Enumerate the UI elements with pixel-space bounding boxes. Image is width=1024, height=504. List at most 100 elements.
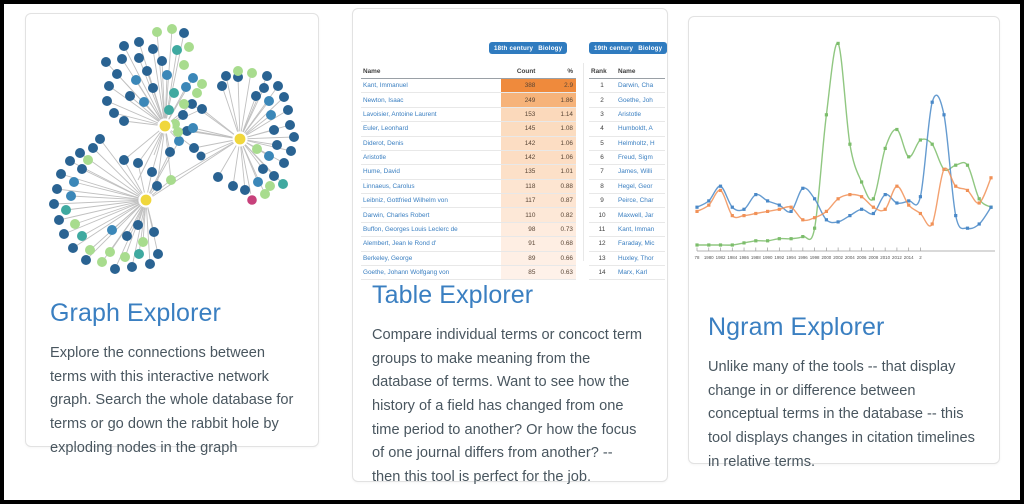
data-point-blue[interactable] xyxy=(954,214,958,218)
column-header-pct[interactable]: % xyxy=(538,65,576,79)
table-row[interactable]: 6 Freud, Sigm xyxy=(589,150,665,166)
table-row[interactable]: 1 Darwin, Cha xyxy=(589,78,665,94)
cell-name[interactable]: Kant, Immanuel xyxy=(361,78,501,94)
data-point-orange[interactable] xyxy=(789,205,793,209)
data-point-blue[interactable] xyxy=(860,207,864,211)
data-point-green[interactable] xyxy=(718,243,723,247)
table-row[interactable]: Goethe, Johann Wolfgang von 85 0.63 xyxy=(361,265,576,281)
data-point-orange[interactable] xyxy=(860,195,864,199)
data-point-green[interactable] xyxy=(707,243,711,247)
cell-name[interactable]: Maxwell, Jar xyxy=(616,207,665,223)
data-point-orange[interactable] xyxy=(707,203,711,207)
table-row[interactable]: 12 Faraday, Mic xyxy=(589,236,665,252)
cell-name[interactable]: Euler, Leonhard xyxy=(361,121,501,137)
cell-name[interactable]: Hume, David xyxy=(361,164,501,180)
cell-name[interactable]: Alembert, Jean le Rond d' xyxy=(361,236,501,252)
column-header-count[interactable]: Count xyxy=(500,65,539,79)
cell-name[interactable]: Leibniz, Gottfried Wilhelm von xyxy=(361,193,501,209)
data-point-green[interactable] xyxy=(777,237,781,241)
data-point-blue[interactable] xyxy=(754,193,758,197)
data-point-orange[interactable] xyxy=(754,211,758,216)
table-row[interactable]: Aristotle 142 1.06 xyxy=(361,150,576,166)
data-point-orange[interactable] xyxy=(824,209,828,213)
data-point-blue[interactable] xyxy=(918,195,922,199)
cell-name[interactable]: Huxley, Thor xyxy=(616,251,665,266)
data-point-blue[interactable] xyxy=(777,203,781,207)
table-row[interactable]: 4 Humboldt, A xyxy=(589,121,665,137)
data-point-green[interactable] xyxy=(801,235,805,239)
data-point-blue[interactable] xyxy=(766,199,770,203)
data-point-green[interactable] xyxy=(754,239,758,243)
data-point-blue[interactable] xyxy=(742,207,746,211)
table-row[interactable]: 11 Kant, Imman xyxy=(589,222,665,238)
cell-name[interactable]: Buffon, Georges Louis Leclerc de xyxy=(361,222,501,238)
cell-name[interactable]: Newton, Isaac xyxy=(361,92,501,108)
table-row[interactable]: 9 Peirce, Char xyxy=(589,193,665,209)
table-row[interactable]: Buffon, Georges Louis Leclerc de 98 0.73 xyxy=(361,222,576,238)
table-row[interactable]: 3 Aristotle xyxy=(589,107,665,123)
data-point-orange[interactable] xyxy=(965,188,970,192)
cell-name[interactable]: Goethe, Johann Wolfgang von xyxy=(361,265,501,281)
data-point-orange[interactable] xyxy=(883,207,887,211)
data-point-blue[interactable] xyxy=(789,209,793,213)
data-point-green[interactable] xyxy=(742,241,746,245)
data-point-blue[interactable] xyxy=(730,205,734,209)
cell-name[interactable]: Darwin, Cha xyxy=(616,78,665,94)
data-point-blue[interactable] xyxy=(824,218,828,222)
data-point-orange[interactable] xyxy=(848,193,852,197)
data-point-orange[interactable] xyxy=(801,218,805,222)
data-point-green[interactable] xyxy=(895,127,899,132)
table-row[interactable]: Lavoisier, Antoine Laurent 153 1.14 xyxy=(361,107,576,123)
data-point-green[interactable] xyxy=(860,180,864,184)
data-point-orange[interactable] xyxy=(989,176,993,180)
table-row[interactable]: Kant, Immanuel 388 2.9 xyxy=(361,78,576,94)
table-row[interactable]: 14 Marx, Karl xyxy=(589,265,665,281)
table-row[interactable]: 2 Goethe, Joh xyxy=(589,92,665,108)
data-point-orange[interactable] xyxy=(977,201,981,205)
cell-name[interactable]: Linnaeus, Carolus xyxy=(361,179,501,195)
table-row[interactable]: 10 Maxwell, Jar xyxy=(589,207,665,223)
cell-name[interactable]: Kant, Imman xyxy=(616,222,665,238)
data-point-orange[interactable] xyxy=(954,184,958,188)
data-point-blue[interactable] xyxy=(883,193,887,197)
data-point-green[interactable] xyxy=(824,113,828,117)
data-point-blue[interactable] xyxy=(965,226,970,230)
cell-name[interactable]: James, Willi xyxy=(616,164,665,180)
data-point-blue[interactable] xyxy=(907,199,911,203)
data-point-orange[interactable] xyxy=(895,184,899,188)
data-point-orange[interactable] xyxy=(742,214,746,218)
data-point-blue[interactable] xyxy=(930,100,934,104)
data-point-green[interactable] xyxy=(930,142,934,146)
data-point-green[interactable] xyxy=(836,41,840,45)
table-row[interactable]: 7 James, Willi xyxy=(589,164,665,180)
data-point-orange[interactable] xyxy=(871,205,875,209)
data-point-orange[interactable] xyxy=(695,209,699,213)
data-point-blue[interactable] xyxy=(836,220,840,224)
data-point-green[interactable] xyxy=(730,243,734,247)
data-point-orange[interactable] xyxy=(777,207,781,211)
data-point-green[interactable] xyxy=(918,138,922,142)
table-row[interactable]: Diderot, Denis 142 1.06 xyxy=(361,136,576,151)
column-header-rank[interactable]: Rank xyxy=(589,65,616,79)
data-point-blue[interactable] xyxy=(871,211,875,216)
cell-name[interactable]: Aristotle xyxy=(361,150,501,166)
card-ngram-explorer[interactable]: 78 1980 1982 1984 1986 1988 1990 1992 1994 1996 19… xyxy=(688,16,1000,470)
table-row[interactable]: 8 Hegel, Geor xyxy=(589,179,665,195)
table-row[interactable]: 5 Helmholtz, H xyxy=(589,136,665,151)
cell-name[interactable]: Faraday, Mic xyxy=(616,236,665,252)
data-point-orange[interactable] xyxy=(836,197,840,201)
data-point-green[interactable] xyxy=(977,197,981,201)
data-point-blue[interactable] xyxy=(707,199,711,203)
data-point-blue[interactable] xyxy=(695,205,699,209)
data-point-green[interactable] xyxy=(907,155,911,159)
data-point-orange[interactable] xyxy=(718,188,723,192)
data-point-orange[interactable] xyxy=(918,211,922,216)
cell-name[interactable]: Berkeley, George xyxy=(361,251,501,266)
data-point-blue[interactable] xyxy=(848,214,852,218)
table-row[interactable]: Linnaeus, Carolus 118 0.88 xyxy=(361,179,576,195)
table-row[interactable]: 13 Huxley, Thor xyxy=(589,251,665,266)
data-point-blue[interactable] xyxy=(977,222,981,226)
cell-name[interactable]: Goethe, Joh xyxy=(616,92,665,108)
left-results-table[interactable]: Name Count % Kant, Immanuel 388 2.9 Newton,… xyxy=(361,65,576,281)
data-point-green[interactable] xyxy=(883,146,887,150)
